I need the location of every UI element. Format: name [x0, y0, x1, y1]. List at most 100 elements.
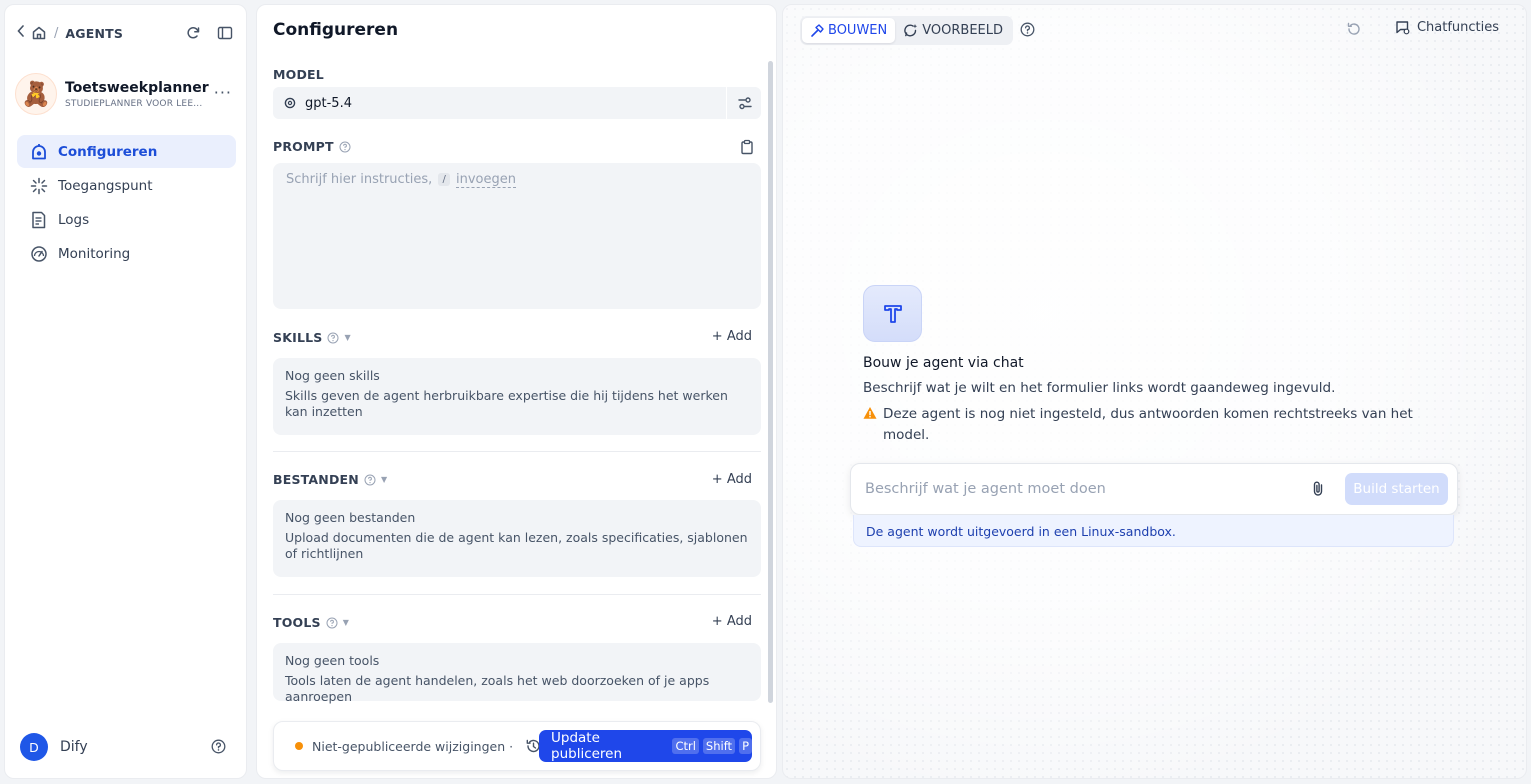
- build-warning: Deze agent is nog niet ingesteld, dus an…: [863, 404, 1428, 446]
- build-description: Beschrijf wat je wilt en het formulier l…: [863, 380, 1336, 396]
- reset-icon[interactable]: [1346, 21, 1362, 37]
- info-icon[interactable]: [339, 141, 351, 153]
- empty-title: Nog geen skills: [285, 368, 380, 383]
- skills-section-label: SKILLS ▼: [273, 330, 351, 345]
- chat-sparkle-icon: [903, 23, 918, 38]
- divider: [726, 87, 727, 119]
- model-name: gpt-5.4: [305, 95, 352, 111]
- sidebar: / AGENTS 🧸 Toetsweekplanner STUDIEPLANNE…: [4, 4, 247, 779]
- unpublished-dot: [295, 742, 303, 750]
- divider: [273, 451, 761, 452]
- build-canvas: BOUWEN VOORBEELD Chatfuncties Bouw je ag…: [782, 4, 1527, 779]
- tools-empty-state: Nog geen tools Tools laten de agent hand…: [273, 643, 761, 704]
- add-skill-button[interactable]: + Add: [712, 329, 752, 344]
- caret-down-icon[interactable]: ▼: [343, 618, 349, 627]
- build-title: Bouw je agent via chat: [863, 355, 1024, 371]
- shortcut-key: P: [739, 738, 752, 754]
- teddy-bear-icon: 🧸: [15, 73, 57, 115]
- sidebar-item-configureren[interactable]: Configureren: [17, 135, 236, 168]
- sync-icon[interactable]: [185, 25, 201, 45]
- page-title: Configureren: [273, 20, 399, 40]
- mode-switch: BOUWEN VOORBEELD: [800, 16, 1013, 45]
- help-icon[interactable]: [1020, 22, 1035, 37]
- model-selector[interactable]: gpt-5.4: [273, 87, 761, 119]
- sandbox-note: De agent wordt uitgevoerd in een Linux-s…: [853, 515, 1454, 547]
- warning-icon: [863, 406, 877, 446]
- sidebar-toggle-icon[interactable]: [217, 25, 233, 45]
- build-logo-icon: [863, 285, 922, 342]
- divider: [273, 594, 761, 595]
- build-warning-text: Deze agent is nog niet ingesteld, dus an…: [883, 406, 1413, 443]
- agent-name: Toetsweekplanner: [65, 79, 209, 96]
- chat-input-placeholder: Beschrijf wat je agent moet doen: [865, 481, 1106, 497]
- empty-title: Nog geen tools: [285, 653, 380, 668]
- agent-card[interactable]: 🧸 Toetsweekplanner STUDIEPLANNER VOOR LE…: [15, 71, 236, 117]
- publish-bar: Niet-gepubliceerde wijzigingen · Update …: [273, 721, 761, 771]
- empty-description: Upload documenten die de agent kan lezen…: [285, 530, 748, 561]
- publish-button[interactable]: Update publiceren Ctrl Shift P: [539, 730, 752, 762]
- add-tool-button[interactable]: + Add: [712, 614, 752, 629]
- sidebar-item-logs[interactable]: Logs: [17, 203, 236, 236]
- publish-label: Update publiceren: [551, 730, 623, 762]
- workspace-name: Dify: [60, 739, 88, 755]
- sidebar-item-label: Configureren: [58, 143, 158, 160]
- breadcrumb-agents[interactable]: AGENTS: [65, 26, 123, 41]
- chat-features-button[interactable]: Chatfuncties: [1395, 20, 1499, 35]
- tab-preview[interactable]: VOORBEELD: [895, 18, 1011, 43]
- chat-settings-icon: [1395, 20, 1410, 35]
- build-intro: Bouw je agent via chat Beschrijf wat je …: [863, 285, 1463, 446]
- empty-description: Skills geven de agent herbruikbare exper…: [285, 388, 728, 419]
- attachment-icon[interactable]: [1310, 480, 1326, 498]
- prompt-editor[interactable]: Schrijf hier instructies, / invoegen: [273, 163, 761, 309]
- files-empty-state: Nog geen bestanden Upload documenten die…: [273, 500, 761, 577]
- model-section-label: MODEL: [273, 67, 324, 82]
- home-icon[interactable]: [31, 25, 47, 41]
- prompt-placeholder: Schrijf hier instructies,: [286, 172, 433, 187]
- workspace-switcher[interactable]: D Dify: [20, 732, 234, 762]
- prompt-section-label: PROMPT: [273, 139, 351, 154]
- caret-down-icon[interactable]: ▼: [344, 333, 350, 342]
- chevron-left-icon[interactable]: [17, 25, 29, 41]
- info-icon[interactable]: [326, 617, 338, 629]
- monitoring-icon: [29, 244, 49, 264]
- chat-input[interactable]: Beschrijf wat je agent moet doen Build s…: [850, 463, 1458, 515]
- help-icon[interactable]: [211, 739, 226, 758]
- skills-empty-state: Nog geen skills Skills geven de agent he…: [273, 358, 761, 435]
- files-section-label: BESTANDEN ▼: [273, 472, 388, 487]
- sidebar-item-label: Toegangspunt: [58, 177, 153, 194]
- caret-down-icon[interactable]: ▼: [381, 475, 387, 484]
- empty-description: Tools laten de agent handelen, zoals het…: [285, 673, 710, 704]
- info-icon[interactable]: [327, 332, 339, 344]
- sidebar-header: / AGENTS: [17, 19, 234, 47]
- tab-build[interactable]: BOUWEN: [802, 18, 896, 43]
- shortcut-key: Ctrl: [672, 738, 699, 754]
- config-panel: Configureren MODEL gpt-5.4 PROMPT Schrij…: [256, 4, 777, 779]
- slash-key: /: [438, 173, 450, 186]
- more-options-icon[interactable]: ···: [214, 83, 232, 102]
- start-build-button[interactable]: Build starten: [1345, 473, 1448, 505]
- insert-link[interactable]: invoegen: [455, 172, 516, 188]
- openai-icon: [283, 96, 297, 110]
- tab-preview-label: VOORBEELD: [922, 23, 1003, 38]
- logs-icon: [29, 210, 49, 230]
- add-file-button[interactable]: + Add: [712, 472, 752, 487]
- hammer-icon: [810, 23, 824, 38]
- info-icon[interactable]: [364, 474, 376, 486]
- empty-title: Nog geen bestanden: [285, 510, 416, 525]
- agent-subtitle: STUDIEPLANNER VOOR LEE...: [65, 98, 203, 109]
- robot-icon: [29, 142, 49, 162]
- model-settings-icon[interactable]: [737, 95, 753, 115]
- clipboard-icon[interactable]: [739, 139, 755, 159]
- breadcrumb-separator: /: [54, 25, 59, 41]
- sidebar-nav: Configureren Toegangspunt Logs Monitorin…: [17, 135, 236, 271]
- unpublished-status: Niet-gepubliceerde wijzigingen ·: [312, 738, 514, 754]
- chat-features-label: Chatfuncties: [1416, 20, 1499, 35]
- shortcut-key: Shift: [702, 738, 736, 754]
- scrollbar[interactable]: [768, 61, 773, 703]
- avatar: D: [20, 733, 48, 761]
- access-point-icon: [29, 176, 49, 196]
- sidebar-item-monitoring[interactable]: Monitoring: [17, 237, 236, 270]
- sidebar-item-label: Logs: [58, 211, 90, 228]
- tab-build-label: BOUWEN: [828, 23, 888, 38]
- sidebar-item-toegangspunt[interactable]: Toegangspunt: [17, 169, 236, 202]
